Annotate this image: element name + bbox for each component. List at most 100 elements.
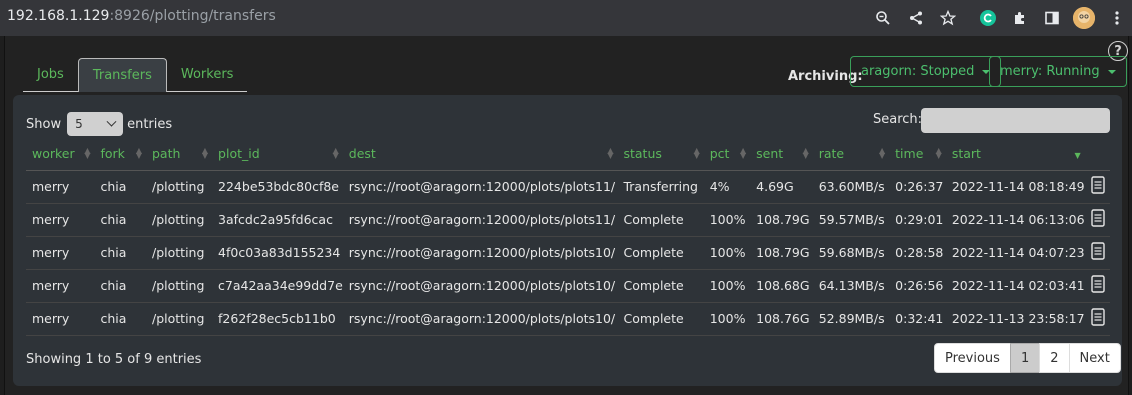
column-header-rate[interactable]: rate ▲ ▼ xyxy=(812,137,890,171)
sort-arrows-icon: ▲ ▼ xyxy=(802,146,809,160)
cell-rate: 63.60MB/s xyxy=(812,170,890,204)
cell-path: /plotting xyxy=(146,203,213,237)
cell-actions xyxy=(1084,170,1110,204)
column-header-label: path xyxy=(152,145,181,161)
cell-path: /plotting xyxy=(146,269,213,303)
column-header-label: fork xyxy=(100,145,125,161)
cell-dest: rsync://root@aragorn:12000/plots/plots11… xyxy=(342,203,618,237)
entries-label: entries xyxy=(127,116,173,132)
cell-actions xyxy=(1084,236,1110,270)
cell-sent: 108.79G xyxy=(750,236,813,270)
column-header-sent[interactable]: sent ▲ ▼ xyxy=(750,137,813,171)
cell-worker: merry xyxy=(26,236,95,270)
cell-dest: rsync://root@aragorn:12000/plots/plots10… xyxy=(342,302,618,336)
browser-menu-icon[interactable] xyxy=(1105,6,1129,30)
side-panel-icon[interactable] xyxy=(1040,6,1064,30)
sort-arrows-icon: ▲ ▼ xyxy=(201,146,209,160)
pagination-page-2[interactable]: 2 xyxy=(1039,343,1070,373)
sort-arrows-icon: ▼ xyxy=(1074,151,1081,160)
column-header-label: rate xyxy=(818,145,845,161)
column-header-label: status xyxy=(623,145,662,161)
zoom-icon[interactable] xyxy=(871,6,895,30)
tab-transfers[interactable]: Transfers xyxy=(77,58,167,92)
tab-jobs[interactable]: Jobs xyxy=(23,58,78,92)
cell-pct: 100% xyxy=(703,236,751,270)
cell-fork: chia xyxy=(94,203,146,237)
sort-arrows-icon: ▲ ▼ xyxy=(332,146,339,160)
cell-fork: chia xyxy=(94,269,146,303)
caret-down-icon xyxy=(1107,69,1116,74)
column-header-dest[interactable]: dest ▲ ▼ xyxy=(342,137,618,171)
cell-worker: merry xyxy=(26,302,95,336)
cell-plot-id: 4f0c03a83d155234 xyxy=(212,236,343,270)
log-document-icon[interactable] xyxy=(1090,308,1105,326)
cell-path: /plotting xyxy=(146,236,213,270)
cell-actions xyxy=(1084,269,1110,303)
pagination-page-1[interactable]: 1 xyxy=(1009,343,1041,373)
entries-per-page-select[interactable]: 5 xyxy=(67,112,124,136)
log-document-icon[interactable] xyxy=(1090,275,1105,293)
address-bar[interactable]: 192.168.1.129:8926/plotting/transfers xyxy=(7,8,276,24)
log-document-icon[interactable] xyxy=(1090,176,1105,194)
cell-status: Transferring xyxy=(617,170,704,204)
entries-per-page-value: 5 xyxy=(75,117,83,131)
url-host: 192.168.1.129 xyxy=(7,8,110,24)
pagination-next[interactable]: Next xyxy=(1068,343,1121,373)
column-header-label: sent xyxy=(756,145,784,161)
column-header-path[interactable]: path ▲ ▼ xyxy=(146,137,213,171)
column-header-pct[interactable]: pct ▲ ▼ xyxy=(703,137,751,171)
nav-tabs: Jobs Transfers Workers xyxy=(23,58,248,93)
cell-status: Complete xyxy=(617,302,704,336)
column-header-fork[interactable]: fork ▲ ▼ xyxy=(94,137,146,171)
search-label: Search: xyxy=(873,112,923,127)
cell-start: 2022-11-13 23:58:17 xyxy=(945,302,1085,336)
archiving-merry-dropdown[interactable]: merry: Running xyxy=(989,56,1127,87)
column-header-label: time xyxy=(895,145,924,161)
cell-sent: 108.76G xyxy=(750,302,813,336)
table-row: merry chia/plotting c7a42aa34e99dd7e rsync:… xyxy=(26,269,1110,303)
cell-pct: 100% xyxy=(703,302,751,336)
column-header-worker[interactable]: worker ▲ ▼ xyxy=(26,137,95,171)
cell-dest: rsync://root@aragorn:12000/plots/plots10… xyxy=(342,269,618,303)
browser-toolbar: 192.168.1.129:8926/plotting/transfers xyxy=(0,0,1132,36)
profile-avatar-icon[interactable] xyxy=(1073,7,1095,29)
table-info: Showing 1 to 5 of 9 entries xyxy=(26,352,202,367)
cell-plot-id: 224be53bdc80cf8e xyxy=(212,170,343,204)
cell-time: 0:26:56 xyxy=(889,269,946,303)
url-path: :8926/plotting/transfers xyxy=(109,8,276,24)
cell-time: 0:26:37 xyxy=(889,170,946,204)
column-header-status[interactable]: status ▲ ▼ xyxy=(617,137,704,171)
cell-status: Complete xyxy=(617,269,704,303)
archiving-aragorn-label: aragorn: Stopped xyxy=(861,64,975,79)
cell-worker: merry xyxy=(26,170,95,204)
bookmark-star-icon[interactable] xyxy=(936,6,960,30)
cell-rate: 59.68MB/s xyxy=(812,236,890,270)
column-header-plot-id[interactable]: plot_id ▲ ▼ xyxy=(212,137,343,171)
cell-pct: 4% xyxy=(703,170,751,204)
cell-status: Complete xyxy=(617,236,704,270)
extensions-puzzle-icon[interactable] xyxy=(1008,6,1032,30)
archiving-aragorn-dropdown[interactable]: aragorn: Stopped xyxy=(850,56,1002,87)
cell-plot-id: c7a42aa34e99dd7e xyxy=(212,269,343,303)
column-header-label: dest xyxy=(348,145,376,161)
column-header-start[interactable]: start ▼ xyxy=(945,137,1085,171)
cell-fork: chia xyxy=(94,236,146,270)
sort-arrows-icon: ▲ ▼ xyxy=(879,146,886,160)
cell-fork: chia xyxy=(94,302,146,336)
column-header-time[interactable]: time ▲ ▼ xyxy=(889,137,946,171)
log-document-icon[interactable] xyxy=(1090,209,1105,227)
chevron-down-icon xyxy=(106,116,117,127)
table-header-row: worker ▲ ▼ fork ▲ ▼ path ▲ ▼ plot_id ▲ ▼ dest ▲ ▼ statu… xyxy=(26,137,1110,171)
transfers-table: worker ▲ ▼ fork ▲ ▼ path ▲ ▼ plot_id ▲ ▼ dest ▲ ▼ statu… xyxy=(26,137,1110,336)
cell-time: 0:29:01 xyxy=(889,203,946,237)
search-input[interactable] xyxy=(921,108,1110,133)
cell-sent: 4.69G xyxy=(750,170,813,204)
log-document-icon[interactable] xyxy=(1090,242,1105,260)
table-row: merry chia/plotting 4f0c03a83d155234 rsync:… xyxy=(26,236,1110,270)
tab-workers[interactable]: Workers xyxy=(166,58,248,92)
share-icon[interactable] xyxy=(904,6,928,30)
pagination-previous[interactable]: Previous xyxy=(934,343,1011,373)
cell-plot-id: 3afcdc2a95fd6cac xyxy=(212,203,343,237)
grammarly-extension-icon[interactable] xyxy=(976,6,1000,30)
column-header-label: pct xyxy=(709,145,730,161)
